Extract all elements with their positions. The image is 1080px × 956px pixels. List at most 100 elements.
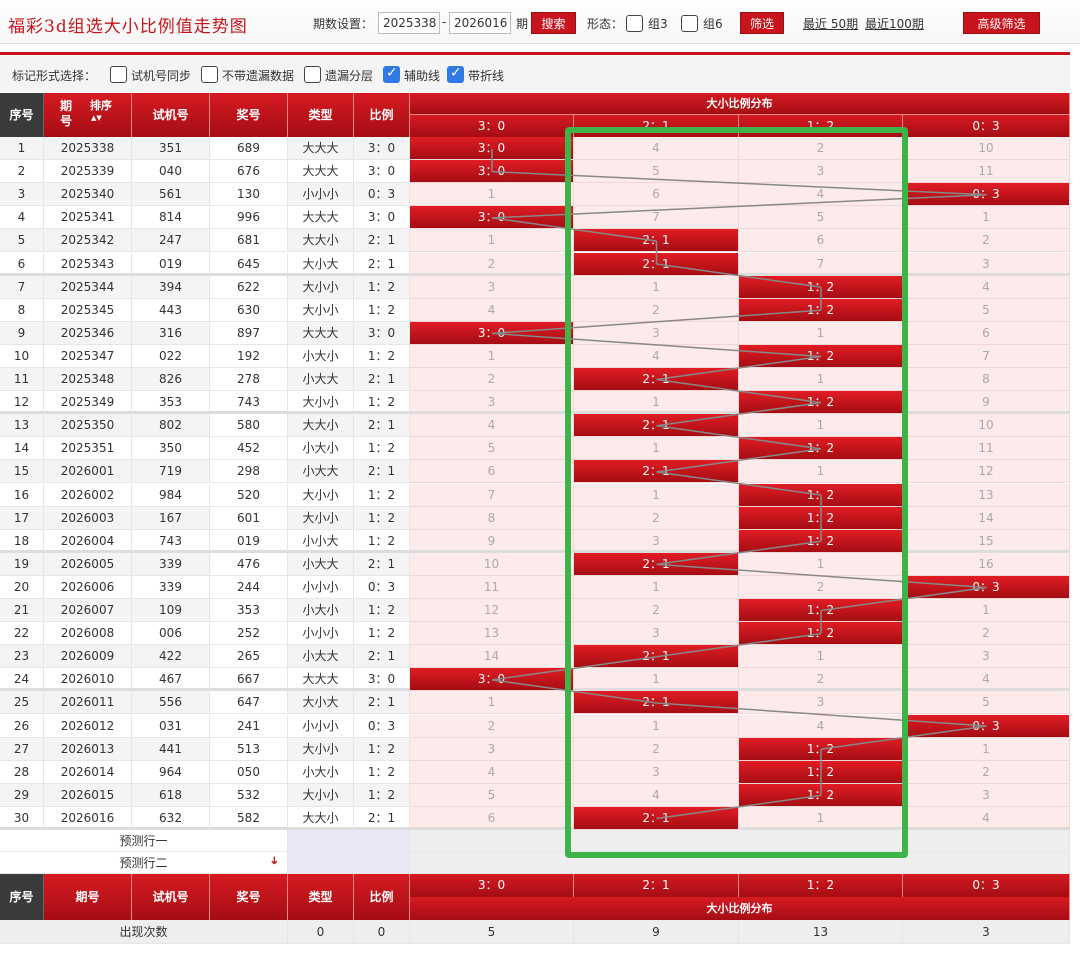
row-ratio: 1：2 — [354, 437, 410, 461]
row-type: 大大大 — [288, 137, 354, 161]
row-type: 小小小 — [288, 183, 354, 207]
row-period: 2026005 — [44, 552, 132, 576]
dist-miss-cell: 2 — [574, 599, 739, 623]
row-period: 2025338 — [44, 137, 132, 161]
dist-miss-cell: 4 — [574, 783, 739, 807]
header-period-label: 期号 — [59, 99, 72, 128]
dist-miss-cell: 16 — [903, 552, 1070, 576]
sort-arrows-icon[interactable]: ▲▼ — [91, 113, 102, 123]
dist-miss-cell: 4 — [574, 344, 739, 368]
dist-miss-cell: 1 — [574, 714, 739, 738]
dist-miss-cell: 2 — [739, 668, 903, 692]
dist-miss-cell: 1 — [574, 575, 739, 599]
row-idx: 6 — [0, 252, 44, 276]
row-idx: 28 — [0, 760, 44, 784]
group3-checkbox[interactable] — [626, 15, 643, 32]
dist-miss-cell: 10 — [903, 137, 1070, 161]
option-checkbox-4[interactable] — [447, 65, 464, 83]
row-idx: 22 — [0, 622, 44, 646]
group6-checkbox[interactable] — [681, 15, 698, 32]
dist-miss-cell: 3 — [410, 391, 574, 415]
dist-miss-cell: 2 — [410, 368, 574, 392]
row-idx: 19 — [0, 552, 44, 576]
dist-miss-cell: 3 — [903, 252, 1070, 276]
period-unit: 期 — [516, 17, 529, 31]
dist-miss-cell: 13 — [903, 483, 1070, 507]
row-prize: 743 — [210, 391, 288, 415]
row-type: 大大小 — [288, 229, 354, 253]
header-divider — [0, 52, 1070, 55]
recent-100-link[interactable]: 最近100期 — [865, 15, 924, 32]
advanced-filter-button[interactable]: 高级筛选 — [963, 12, 1040, 34]
row-period: 2026008 — [44, 622, 132, 646]
row-idx: 3 — [0, 183, 44, 207]
dist-miss-cell: 5 — [410, 783, 574, 807]
dist-miss-cell: 1 — [410, 691, 574, 715]
filter-button[interactable]: 筛选 — [740, 12, 784, 34]
dist-miss-cell: 4 — [739, 714, 903, 738]
predict-row-slot[interactable] — [288, 830, 410, 852]
dist-miss-cell: 6 — [410, 460, 574, 484]
footer-trial: 试机号 — [132, 874, 210, 920]
dist-miss-cell: 9 — [410, 529, 574, 553]
dist-miss-cell: 4 — [410, 760, 574, 784]
dist-miss-cell: 3 — [574, 760, 739, 784]
dist-miss-cell: 1 — [739, 552, 903, 576]
row-period: 2026009 — [44, 645, 132, 669]
header-dist-col-1: 2：1 — [574, 114, 739, 137]
option-label-0: 试机号同步 — [131, 69, 192, 83]
row-type: 小大小 — [288, 760, 354, 784]
header-period[interactable]: 期号 排序 ▲▼ — [44, 93, 132, 137]
footer-idx: 序号 — [0, 874, 44, 920]
dist-miss-cell: 1 — [903, 599, 1070, 623]
row-idx: 25 — [0, 691, 44, 715]
predict-row-label[interactable]: 预测行一 — [0, 830, 288, 852]
row-type: 大大小 — [288, 806, 354, 830]
option-checkbox-2[interactable] — [304, 66, 321, 83]
dist-hit-cell: 0：3 — [903, 183, 1070, 207]
row-prize: 130 — [210, 183, 288, 207]
period-to-input[interactable]: 2026016 — [449, 12, 511, 34]
dist-miss-cell: 1 — [410, 229, 574, 253]
option-label-1: 不带遗漏数据 — [222, 69, 295, 83]
row-idx: 27 — [0, 737, 44, 761]
dist-miss-cell: 6 — [903, 321, 1070, 345]
dist-hit-cell: 1：2 — [739, 483, 903, 507]
dist-miss-cell: 14 — [410, 645, 574, 669]
row-ratio: 1：2 — [354, 760, 410, 784]
recent-50-link[interactable]: 最近 50期 — [803, 15, 858, 32]
predict-down-arrow-icon[interactable]: ➜ — [268, 856, 281, 865]
search-button[interactable]: 搜索 — [531, 12, 576, 34]
dist-miss-cell: 1 — [574, 483, 739, 507]
row-trial: 167 — [132, 506, 210, 530]
row-prize: 580 — [210, 414, 288, 438]
predict-row-slot[interactable] — [288, 852, 410, 874]
row-period: 2026013 — [44, 737, 132, 761]
dist-hit-cell: 1：2 — [739, 437, 903, 461]
row-type: 小大大 — [288, 368, 354, 392]
dist-miss-cell: 1 — [903, 206, 1070, 230]
predict-row-dist — [410, 852, 1070, 874]
predict-row-label[interactable]: 预测行二 — [0, 852, 288, 874]
dist-miss-cell: 8 — [410, 506, 574, 530]
option-checkbox-1[interactable] — [201, 66, 218, 83]
header-trial: 试机号 — [132, 93, 210, 137]
row-period: 2025345 — [44, 298, 132, 322]
option-checkbox-3[interactable] — [383, 65, 400, 83]
period-from-input[interactable]: 2025338 — [378, 12, 440, 34]
row-period: 2026007 — [44, 599, 132, 623]
row-period: 2025340 — [44, 183, 132, 207]
dist-miss-cell: 14 — [903, 506, 1070, 530]
option-checkbox-0[interactable] — [110, 66, 127, 83]
dist-miss-cell: 5 — [739, 206, 903, 230]
dist-hit-cell: 3：0 — [410, 137, 574, 161]
dist-miss-cell: 4 — [903, 668, 1070, 692]
row-ratio: 1：2 — [354, 275, 410, 299]
sort-label[interactable]: 排序 — [90, 99, 112, 113]
row-prize: 582 — [210, 806, 288, 830]
row-type: 大小大 — [288, 691, 354, 715]
row-type: 小大大 — [288, 645, 354, 669]
row-trial: 802 — [132, 414, 210, 438]
row-period: 2026001 — [44, 460, 132, 484]
dist-miss-cell: 1 — [739, 460, 903, 484]
